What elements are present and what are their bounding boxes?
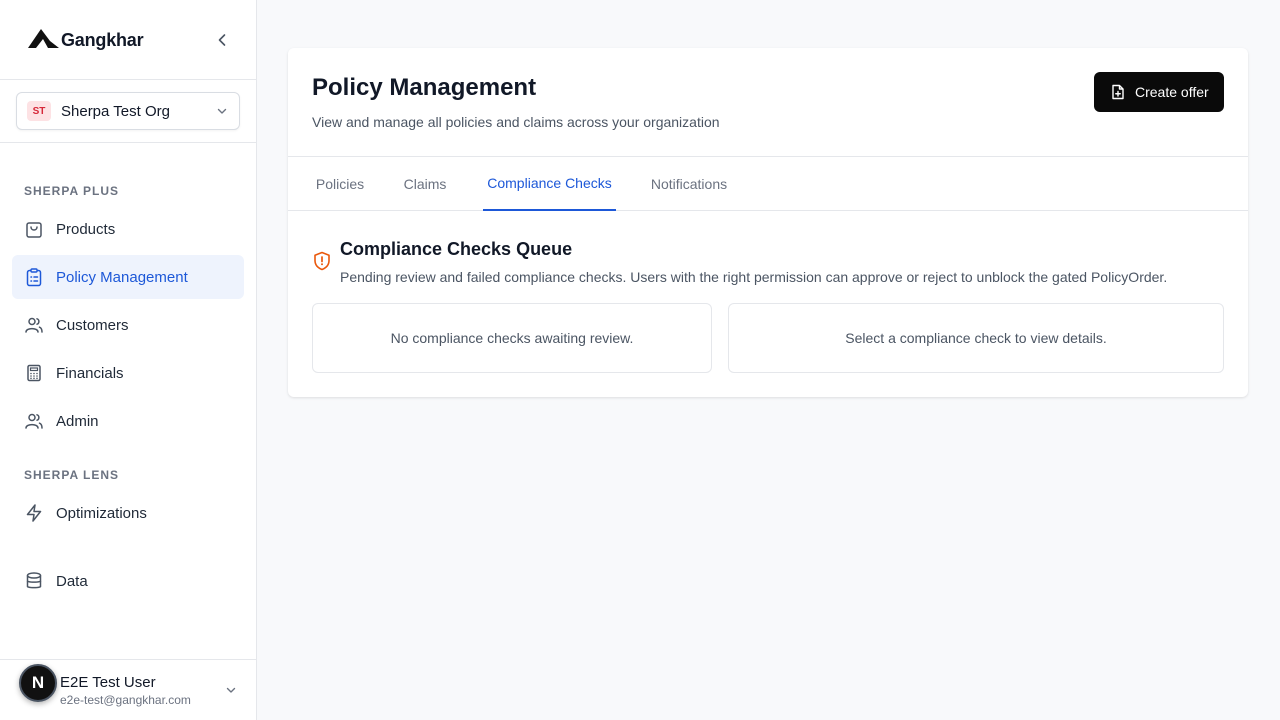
- sidebar: Gangkhar ST Sherpa Test Org SHERPA PLUS …: [0, 0, 257, 720]
- tabs-bar: Policies Claims Compliance Checks Notifi…: [288, 156, 1248, 211]
- page-subtitle: View and manage all policies and claims …: [312, 114, 720, 130]
- avatar[interactable]: N: [19, 664, 57, 702]
- lightning-icon: [26, 504, 42, 522]
- user-email: e2e-test@gangkhar.com: [60, 693, 191, 707]
- org-switcher-wrap: ST Sherpa Test Org: [0, 80, 256, 143]
- brand-header: Gangkhar: [0, 0, 256, 80]
- policy-management-card: Policy Management View and manage all po…: [288, 48, 1248, 397]
- tab-notifications[interactable]: Notifications: [648, 157, 730, 211]
- queue-description: Pending review and failed compliance che…: [340, 269, 1168, 285]
- database-icon: [26, 572, 42, 589]
- sidebar-item-admin[interactable]: Admin: [12, 399, 244, 443]
- users-icon: [25, 317, 43, 333]
- org-avatar: ST: [27, 101, 51, 121]
- chevron-left-icon[interactable]: [212, 30, 232, 50]
- sidebar-item-policy-management[interactable]: Policy Management: [12, 255, 244, 299]
- sidebar-item-label: Optimizations: [56, 504, 147, 522]
- create-offer-label: Create offer: [1135, 84, 1209, 100]
- sidebar-item-label: Policy Management: [56, 268, 188, 286]
- user-name: E2E Test User: [60, 674, 156, 691]
- compliance-list-empty: No compliance checks awaiting review.: [312, 303, 712, 373]
- org-switcher[interactable]: ST Sherpa Test Org: [16, 92, 240, 130]
- tab-claims[interactable]: Claims: [400, 157, 450, 211]
- section-label-sherpa-lens: SHERPA LENS: [24, 468, 120, 482]
- tab-policies[interactable]: Policies: [312, 157, 368, 211]
- section-label-sherpa-plus: SHERPA PLUS: [24, 184, 120, 198]
- queue-title: Compliance Checks Queue: [340, 239, 573, 259]
- sidebar-item-label: Data: [56, 572, 88, 590]
- sidebar-item-label: Products: [56, 220, 116, 238]
- sidebar-item-products[interactable]: Products: [12, 207, 244, 251]
- sidebar-item-label: Customers: [56, 316, 129, 334]
- file-plus-icon: [1112, 84, 1124, 100]
- brand-name: Gangkhar: [61, 30, 144, 50]
- page-title: Policy Management: [312, 74, 537, 101]
- chevron-down-icon[interactable]: [224, 683, 238, 697]
- shopping-bag-icon: [26, 222, 42, 238]
- tab-compliance-checks[interactable]: Compliance Checks: [483, 157, 616, 211]
- sidebar-item-optimizations[interactable]: Optimizations: [12, 491, 244, 535]
- sidebar-item-financials[interactable]: Financials: [12, 351, 244, 395]
- create-offer-button[interactable]: Create offer: [1094, 72, 1224, 112]
- sidebar-item-label: Financials: [56, 364, 124, 382]
- mountain-logo-icon: [28, 29, 59, 48]
- sidebar-item-customers[interactable]: Customers: [12, 303, 244, 347]
- shield-alert-icon: [314, 251, 330, 271]
- chevron-down-icon: [217, 108, 227, 114]
- calculator-icon: [27, 364, 41, 382]
- users-icon: [25, 413, 43, 429]
- clipboard-list-icon: [26, 268, 42, 287]
- user-menu[interactable]: N E2E Test User e2e-test@gangkhar.com: [0, 659, 256, 720]
- compliance-detail-empty: Select a compliance check to view detail…: [728, 303, 1224, 373]
- sidebar-item-data[interactable]: Data: [12, 559, 244, 603]
- sidebar-item-label: Admin: [56, 412, 99, 430]
- org-name: Sherpa Test Org: [61, 103, 170, 120]
